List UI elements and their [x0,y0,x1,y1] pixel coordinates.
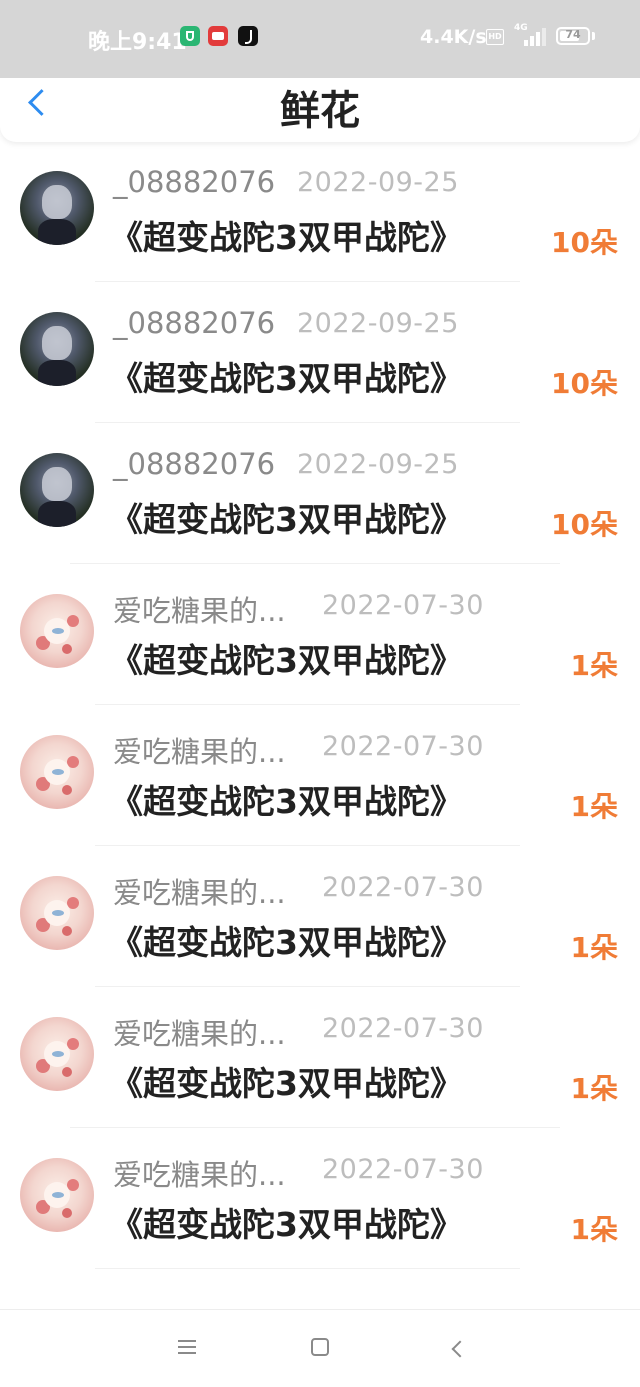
home-square-icon[interactable] [311,1338,329,1356]
network-speed: 4.4K/s [420,26,487,48]
signal-icon [514,26,546,46]
page-title: 鲜花 [280,88,360,134]
book-title: 《超变战陀3双甲战陀》 [110,218,463,257]
username: 爱吃糖果的... [113,1017,286,1051]
list-item[interactable]: 爱吃糖果的... 2022-07-30 《超变战陀3双甲战陀》 1朵 [0,564,640,705]
flower-record-list: 《超变战陀3双甲战陀》 10朵 _08882076 2022-09-25 《超变战陀3双… [0,30,640,1269]
shield-icon [180,26,200,46]
avatar[interactable] [20,1017,94,1091]
date: 2022-07-30 [322,731,484,762]
battery-icon: 74 [556,27,590,45]
flower-count: 1朵 [570,790,618,823]
book-title: 《超变战陀3双甲战陀》 [110,359,463,398]
list-item[interactable]: 爱吃糖果的... 2022-07-30 《超变战陀3双甲战陀》 1朵 [0,987,640,1128]
username: _08882076 [113,447,276,481]
list-item[interactable]: _08882076 2022-09-25 《超变战陀3双甲战陀》 10朵 [0,423,640,564]
list-item[interactable]: 爱吃糖果的... 2022-07-30 《超变战陀3双甲战陀》 1朵 [0,1128,640,1269]
avatar[interactable] [20,1158,94,1232]
avatar[interactable] [20,735,94,809]
date: 2022-07-30 [322,1013,484,1044]
battery-tip [592,32,595,40]
list-item[interactable]: 爱吃糖果的... 2022-07-30 《超变战陀3双甲战陀》 1朵 [0,705,640,846]
avatar[interactable] [20,876,94,950]
list-item[interactable]: 爱吃糖果的... 2022-07-30 《超变战陀3双甲战陀》 1朵 [0,846,640,987]
flower-count: 1朵 [570,1072,618,1105]
news-app-icon [208,26,228,46]
avatar[interactable] [20,453,94,527]
list-item[interactable]: _08882076 2022-09-25 《超变战陀3双甲战陀》 10朵 [0,141,640,282]
date: 2022-07-30 [322,872,484,903]
username: 爱吃糖果的... [113,1158,286,1192]
tiktok-icon [238,26,258,46]
date: 2022-07-30 [322,1154,484,1185]
flower-count: 10朵 [551,226,618,259]
menu-icon[interactable] [178,1339,196,1355]
app-screen: 晚上9:41 4.4K/s HD 4G 74 《超变战陀3双甲战陀》10朵_08… [0,0,640,1387]
status-bar: 晚上9:41 4.4K/s HD 4G 74 [0,0,640,78]
list-item[interactable]: _08882076 2022-09-25 《超变战陀3双甲战陀》 10朵 [0,282,640,423]
hd-badge: HD [486,29,504,45]
system-nav-bar [0,1309,640,1387]
avatar[interactable] [20,312,94,386]
avatar[interactable] [20,594,94,668]
username: 爱吃糖果的... [113,735,286,769]
date: 2022-07-30 [322,590,484,621]
battery-percent: 74 [565,28,581,41]
username: 爱吃糖果的... [113,876,286,910]
username: 爱吃糖果的... [113,594,286,628]
flower-count: 1朵 [570,931,618,964]
avatar[interactable] [20,171,94,245]
flower-count: 1朵 [570,649,618,682]
book-title: 《超变战陀3双甲战陀》 [110,1205,463,1244]
book-title: 《超变战陀3双甲战陀》 [110,641,463,680]
back-arrow-icon[interactable] [448,1339,466,1357]
username: _08882076 [113,165,276,199]
flower-count: 1朵 [570,1213,618,1246]
status-time: 晚上9:41 [88,30,187,55]
date: 2022-09-25 [297,449,459,480]
book-title: 《超变战陀3双甲战陀》 [110,500,463,539]
date: 2022-09-25 [297,167,459,198]
book-title: 《超变战陀3双甲战陀》 [110,923,463,962]
flower-count: 10朵 [551,367,618,400]
username: _08882076 [113,306,276,340]
flower-count: 10朵 [551,508,618,541]
book-title: 《超变战陀3双甲战陀》 [110,782,463,821]
date: 2022-09-25 [297,308,459,339]
book-title: 《超变战陀3双甲战陀》 [110,1064,463,1103]
